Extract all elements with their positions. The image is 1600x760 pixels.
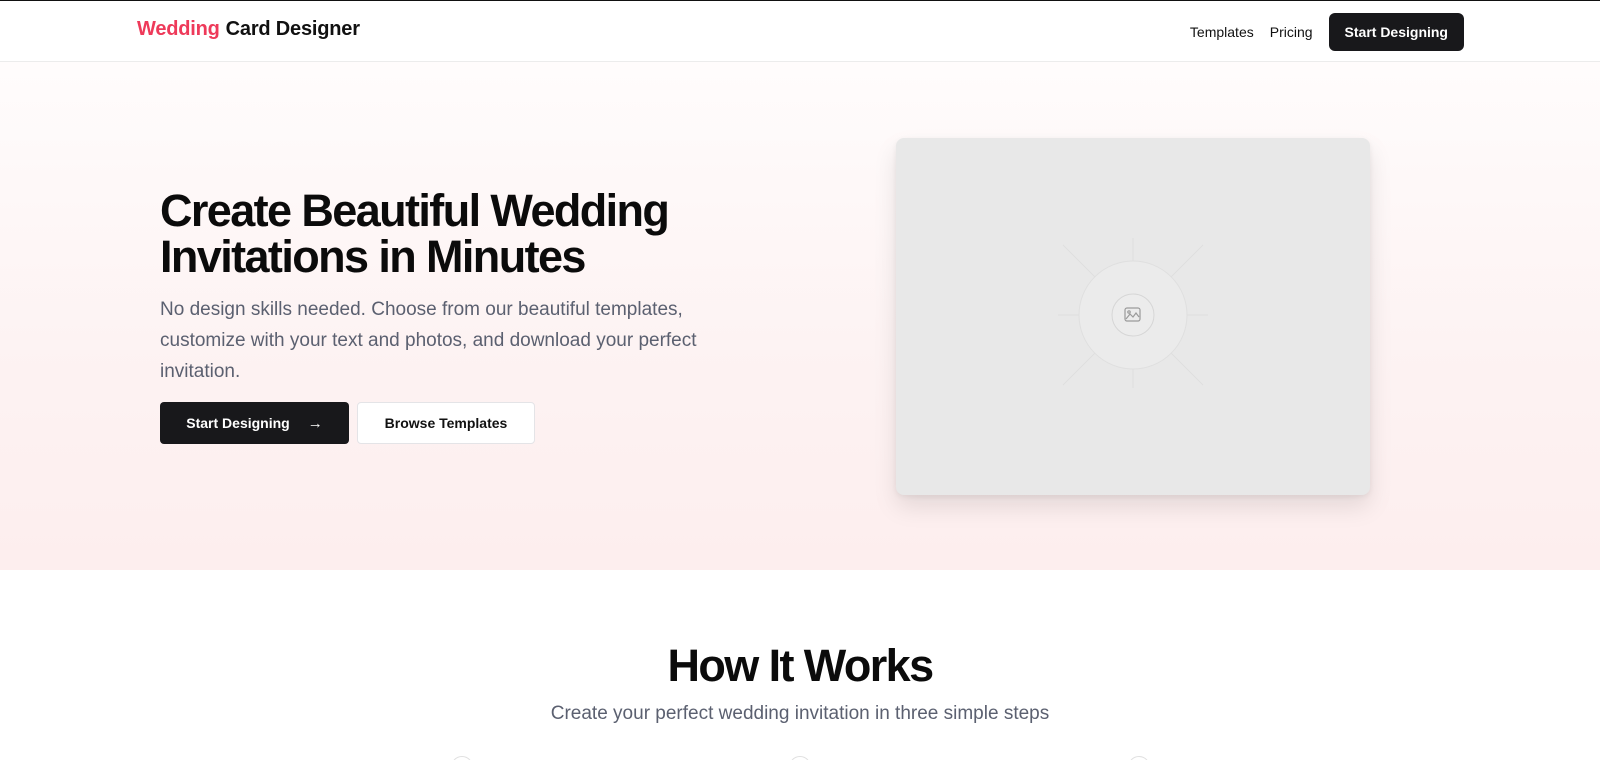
site-header: Wedding Card Designer Templates Pricing S…	[0, 1, 1600, 62]
brand-accent-text: Wedding	[137, 18, 220, 40]
how-it-works-subtitle: Create your perfect wedding invitation i…	[550, 703, 1050, 724]
brand-rest-text: Card Designer	[225, 18, 360, 40]
nav-templates-link[interactable]: Templates	[1190, 24, 1254, 40]
brand-logo[interactable]: Wedding Card Designer	[137, 18, 360, 41]
step-three-circle	[1128, 756, 1150, 760]
step-one-circle	[451, 756, 473, 760]
nav-pricing-link[interactable]: Pricing	[1270, 24, 1313, 40]
image-placeholder-icon	[1058, 238, 1208, 388]
hero-title: Create Beautiful Wedding Invitations in …	[160, 185, 670, 282]
hero-browse-templates-button[interactable]: Browse Templates	[357, 402, 535, 444]
step-two-circle	[789, 756, 811, 760]
hero-start-designing-button[interactable]: Start Designing →	[160, 402, 349, 444]
how-it-works-title: How It Works	[667, 640, 935, 691]
main-nav: Templates Pricing Start Designing	[1190, 13, 1464, 51]
nav-start-designing-button[interactable]: Start Designing	[1328, 13, 1464, 51]
hero-section: Create Beautiful Wedding Invitations in …	[0, 62, 1600, 570]
invitation-preview-placeholder	[896, 138, 1370, 495]
arrow-right-icon: →	[307, 414, 323, 432]
hero-buttons: Start Designing → Browse Templates	[160, 402, 535, 444]
hero-subtitle: No design skills needed. Choose from our…	[160, 299, 697, 382]
hero-start-designing-label: Start Designing	[186, 415, 290, 431]
